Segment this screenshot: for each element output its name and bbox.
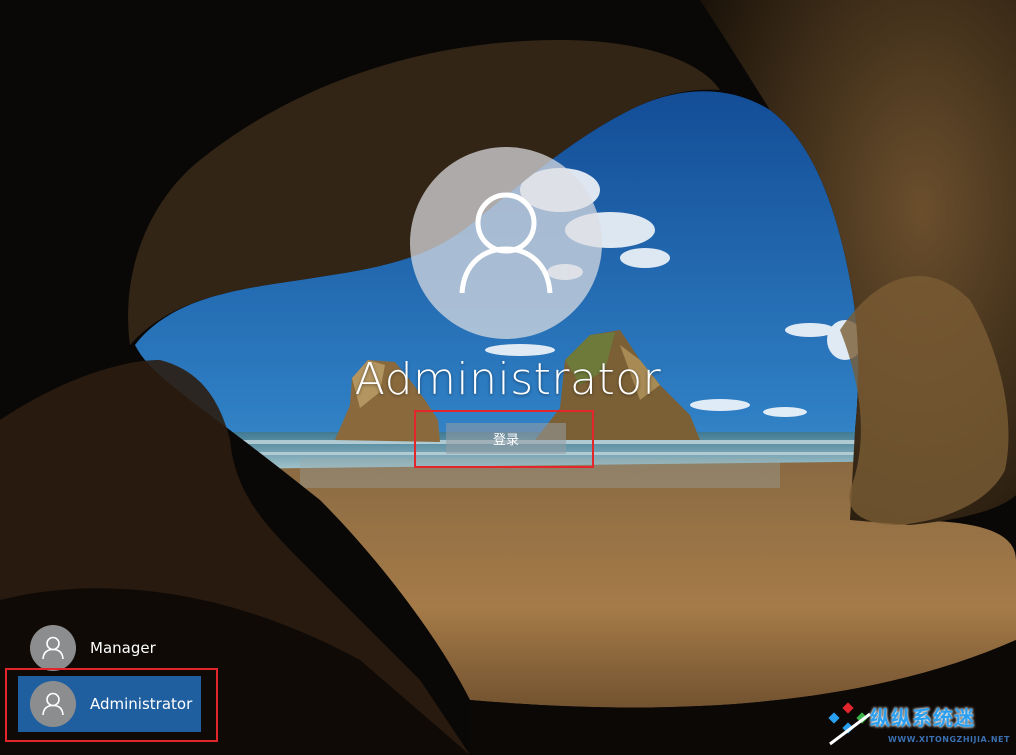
user-icon: [459, 192, 553, 294]
watermark-text: 纵纵系统迷: [870, 706, 975, 730]
user-icon: [42, 692, 64, 716]
current-user-avatar: [410, 147, 602, 339]
user-item-manager[interactable]: Manager: [18, 620, 201, 676]
user-item-name: Administrator: [90, 695, 193, 713]
user-avatar: [30, 625, 76, 671]
watermark-subtext: WWW.XITONGZHIJIA.NET: [888, 735, 1010, 744]
sign-in-button[interactable]: 登录: [446, 423, 566, 454]
current-user-name: Administrator: [354, 354, 662, 405]
user-icon: [42, 636, 64, 660]
user-item-name: Manager: [90, 639, 156, 657]
user-avatar: [30, 681, 76, 727]
user-item-administrator[interactable]: Administrator: [18, 676, 201, 732]
